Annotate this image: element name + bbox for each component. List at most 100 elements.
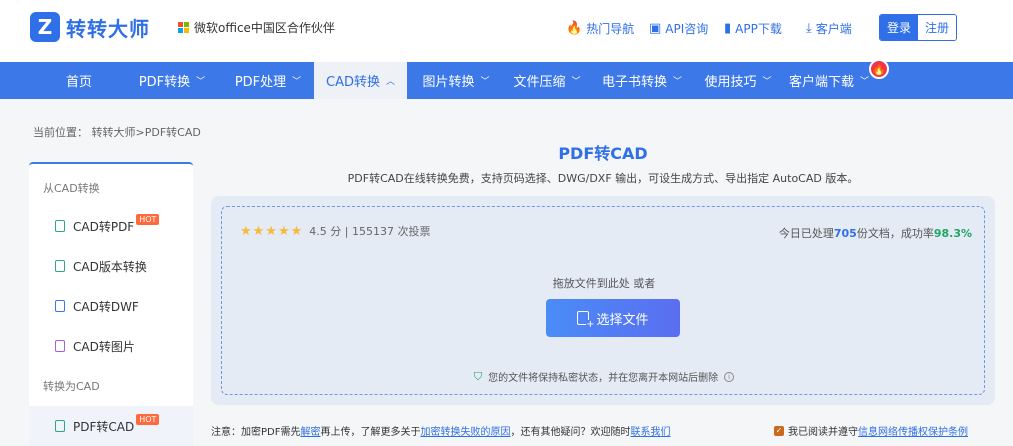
client-link[interactable]: ⤓ 客户端 [806,20,852,37]
page-description: PDF转CAD在线转换免费，支持页码选择、DWG/DXF 输出，可设生成方式、导… [347,172,859,185]
app-download-link[interactable]: ▮ APP下载 [724,20,782,37]
file-icon [55,260,65,272]
logo-text: 转转大师 [66,16,150,41]
api-link[interactable]: ▣ API咨询 [649,20,708,37]
file-icon [55,220,65,232]
nav-pdf-convert[interactable]: PDF转换 ﹀ [128,62,216,99]
sidebar-group-to-cad: 转换为CAD [43,380,100,393]
breadcrumb-sep: > [135,126,145,139]
nav-label: PDF转换 [138,75,191,90]
stats-prefix: 今日已处理 [778,227,834,240]
sidebar-group-from-cad: 从CAD转换 [43,182,100,195]
file-icon [55,300,65,312]
regulation-link[interactable]: 信息网络传播权保护条例 [858,423,968,438]
nav-tips[interactable]: 使用技巧 ﹀ [696,62,780,99]
logo[interactable]: Z 转转大师 [30,12,150,42]
chevron-down-icon: ﹀ [673,77,683,87]
app-download-label: APP下载 [735,22,782,36]
shield-check-icon: ⛉ [473,369,483,383]
nav-compress[interactable]: 文件压缩 ﹀ [502,62,592,99]
chevron-down-icon: ﹀ [860,77,870,87]
select-file-label: 选择文件 [596,312,649,328]
hot-badge: HOT [136,213,160,225]
partner-badge: 微软office中国区合作伙伴 [178,19,335,36]
register-button[interactable]: 注册 [918,15,956,40]
sidebar: 从CAD转换 CAD转PDF HOT CAD版本转换 CAD转DWF CAD转图… [29,162,193,446]
agreement: ✓ 我已阅读并遵守 信息网络传播权保护条例 [774,423,968,438]
chevron-down-icon: ﹀ [571,77,581,87]
nav-image-convert[interactable]: 图片转换 ﹀ [412,62,500,99]
nav-label: 文件压缩 [513,75,566,90]
partner-text: 微软office中国区合作伙伴 [194,21,335,35]
privacy-note: ⛉ 您的文件将保持私密状态，并在您离开本网站后删除 i [222,369,986,384]
sidebar-item-cad-to-image[interactable]: CAD转图片 [29,326,193,366]
nav-client-download[interactable]: 客户端下载 ﹀ [784,62,874,99]
stats-count: 705 [833,227,857,240]
stats-mid: 份文档，成功率 [856,227,934,240]
nav-cad-convert[interactable]: CAD转换 ︿ [314,62,407,99]
sidebar-item-label: CAD转PDF [73,219,135,234]
stats-rate: 98.3% [933,227,972,240]
api-label: API咨询 [665,22,709,36]
nav-label: 首页 [65,75,92,90]
auth-buttons: 登录 注册 [879,14,957,41]
sidebar-item-label: CAD转图片 [73,339,135,354]
hot-badge-icon: 🔥 [869,59,889,79]
notice: 注意：加密PDF需先解密再上传，了解更多关于加密转换失败的原因，还有其他疑问？欢… [211,423,670,438]
sidebar-item-cad-to-pdf[interactable]: CAD转PDF HOT [29,206,193,246]
nav-label: 客户端下载 [788,75,854,90]
nav-label: 图片转换 [422,75,475,90]
notice-prefix: 注意：加密PDF需先 [211,427,301,438]
drop-zone[interactable]: ★★★★★ 4.5 分 | 155137 次投票 今日已处理705份文档，成功率… [221,206,985,395]
chevron-up-icon: ︿ [385,77,395,87]
page-title: PDF转CAD [558,144,648,163]
agree-checkbox[interactable]: ✓ [774,425,784,436]
logo-mark: Z [30,12,60,42]
decrypt-link[interactable]: 解密 [300,427,320,438]
failure-reason-link[interactable]: 加密转换失败的原因 [420,427,510,438]
contact-link[interactable]: 联系我们 [630,427,670,438]
notice-mid1: 再上传，了解更多关于 [320,427,421,438]
add-file-icon [577,311,595,330]
login-button[interactable]: 登录 [880,15,918,40]
nav-label: CAD转换 [326,75,380,90]
sidebar-item-label: PDF转CAD [73,419,135,434]
chevron-down-icon: ﹀ [196,77,206,87]
header: Z 转转大师 微软office中国区合作伙伴 🔥 热门导航 ▣ API咨询 ▮ … [0,0,1013,62]
notice-mid2: ，还有其他疑问？欢迎随时 [510,427,631,438]
nav-label: 电子书转换 [601,75,667,90]
chevron-down-icon: ﹀ [292,77,302,87]
chat-icon: ▣ [649,21,662,36]
nav-ebook[interactable]: 电子书转换 ﹀ [594,62,690,99]
chevron-down-icon: ﹀ [762,77,772,87]
sidebar-item-cad-version[interactable]: CAD版本转换 [29,246,193,286]
flame-icon: 🔥 [566,21,583,36]
breadcrumb-current: PDF转CAD [144,126,201,139]
sidebar-item-label: CAD版本转换 [73,259,147,274]
hot-nav-link[interactable]: 🔥 热门导航 [566,20,634,37]
microsoft-icon [178,21,190,34]
breadcrumb: 当前位置： 转转大师>PDF转CAD [33,124,201,140]
drop-hint: 拖放文件到此处 或者 [552,277,656,290]
phone-icon: ▮ [724,21,732,36]
upload-panel: ★★★★★ 4.5 分 | 155137 次投票 今日已处理705份文档，成功率… [211,196,995,405]
chevron-down-icon: ﹀ [480,77,490,87]
sidebar-item-cad-to-dwf[interactable]: CAD转DWF [29,286,193,326]
breadcrumb-home[interactable]: 转转大师 [92,126,136,139]
nav-home[interactable]: 首页 [42,62,116,99]
select-file-button[interactable]: 选择文件 [546,299,680,337]
main-nav: 首页 PDF转换 ﹀ PDF处理 ﹀ CAD转换 ︿ 图片转换 ﹀ 文件压缩 ﹀ 电子书转… [0,62,1013,99]
processing-stats: 今日已处理705份文档，成功率98.3% [779,225,972,241]
client-label: 客户端 [815,22,852,36]
rating-text: 4.5 分 | 155137 次投票 [309,225,431,238]
file-icon [55,420,65,432]
sidebar-item-pdf-to-cad[interactable]: PDF转CAD HOT [29,406,193,446]
breadcrumb-label: 当前位置： [33,126,88,139]
star-rating-icon[interactable]: ★★★★★ [240,224,303,239]
hot-nav-label: 热门导航 [586,22,635,36]
download-icon: ⤓ [806,21,812,36]
info-icon[interactable]: i [724,371,735,382]
nav-label: 使用技巧 [704,75,757,90]
nav-label: PDF处理 [234,75,287,90]
nav-pdf-process[interactable]: PDF处理 ﹀ [224,62,312,99]
